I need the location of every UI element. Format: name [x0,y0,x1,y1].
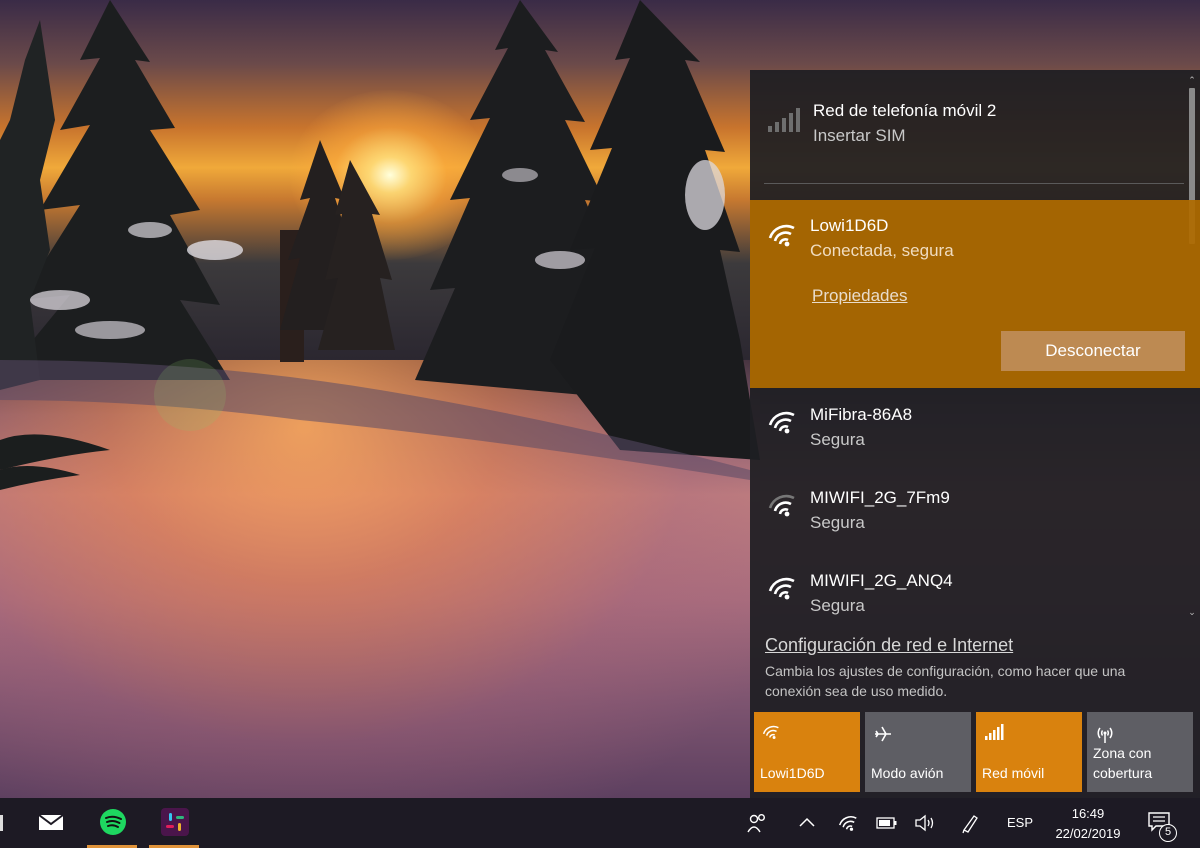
notification-count-badge: 5 [1159,824,1177,842]
clock-time: 16:49 [1071,806,1105,821]
divider [764,183,1184,184]
hotspot-toggle-tile[interactable]: Zona con cobertura [1087,712,1193,792]
airplane-tile-label: Modo avión [871,765,944,781]
network-flyout: ⌃ ⌄ Red de telefonía móvil 2 Insertar SI… [750,70,1200,798]
mail-app-icon [38,814,64,830]
wifi-network-ssid: MiFibra-86A8 [810,405,913,424]
scroll-down-icon[interactable]: ⌄ [1186,606,1198,618]
wifi-network-ssid: MIWIFI_2G_ANQ4 [810,571,953,590]
wifi-signal-icon [768,577,795,600]
wifi-network-status: Segura [810,596,865,615]
connected-network-ssid: Lowi1D6D [810,216,889,235]
hotspot-icon [1097,727,1113,743]
input-language[interactable]: ESP [1007,815,1033,830]
wifi-network-ssid: MIWIFI_2G_7Fm9 [810,488,950,507]
taskbar: ESP 16:49 22/02/2019 5 [0,798,1200,848]
clock-date: 22/02/2019 [1055,826,1121,841]
wifi-signal-icon [768,494,795,517]
pen-icon[interactable] [960,812,982,834]
wifi-toggle-tile[interactable]: Lowi1D6D [754,712,860,792]
wifi-network-item[interactable]: MIWIFI_2G_7Fm9 Segura [750,478,1184,558]
network-settings-section: Configuración de red e Internet Cambia l… [765,635,1185,701]
wifi-tray-icon[interactable] [838,814,858,832]
wifi-icon [762,725,779,740]
wifi-network-status: Segura [810,430,865,449]
network-settings-link[interactable]: Configuración de red e Internet [765,635,1185,656]
cellular-icon [985,724,1004,740]
hotspot-tile-label: Zona con cobertura [1093,745,1153,781]
battery-icon[interactable] [876,817,898,829]
cellular-signal-icon [768,108,800,132]
people-icon[interactable] [746,812,768,834]
clock[interactable]: 16:49 22/02/2019 [1040,804,1136,844]
mail-app-button[interactable] [25,798,75,848]
scroll-up-icon[interactable]: ⌃ [1186,74,1198,86]
slack-app-icon [161,808,189,836]
taskbar-edge [0,815,3,831]
spotify-app-icon [100,809,126,835]
spotify-app-button[interactable] [87,798,137,848]
wifi-tile-label: Lowi1D6D [760,765,825,781]
airplane-mode-tile[interactable]: Modo avión [865,712,971,792]
slack-app-button[interactable] [149,798,199,848]
wifi-signal-icon [768,224,795,247]
show-hidden-icons-icon[interactable] [798,816,816,828]
network-settings-description: Cambia los ajustes de configuración, com… [765,663,1126,699]
cellular-tile-label: Red móvil [982,765,1045,781]
wifi-network-item[interactable]: MIWIFI_2G_ANQ4 Segura [750,561,1184,641]
wifi-network-item[interactable]: MiFibra-86A8 Segura [750,395,1184,475]
properties-link[interactable]: Propiedades [812,286,907,306]
wifi-signal-icon [768,411,795,434]
cellular-toggle-tile[interactable]: Red móvil [976,712,1082,792]
volume-icon[interactable] [914,814,938,832]
disconnect-button[interactable]: Desconectar [1001,331,1185,371]
cellular-network-item[interactable]: Red de telefonía móvil 2 Insertar SIM [750,70,1184,184]
cellular-network-title: Red de telefonía móvil 2 [813,101,997,120]
cellular-network-status: Insertar SIM [813,126,906,145]
wifi-network-status: Segura [810,513,865,532]
airplane-icon [875,726,891,742]
connected-network-status: Conectada, segura [810,241,954,260]
connected-network-item[interactable]: Lowi1D6D Conectada, segura Propiedades D… [750,200,1200,388]
